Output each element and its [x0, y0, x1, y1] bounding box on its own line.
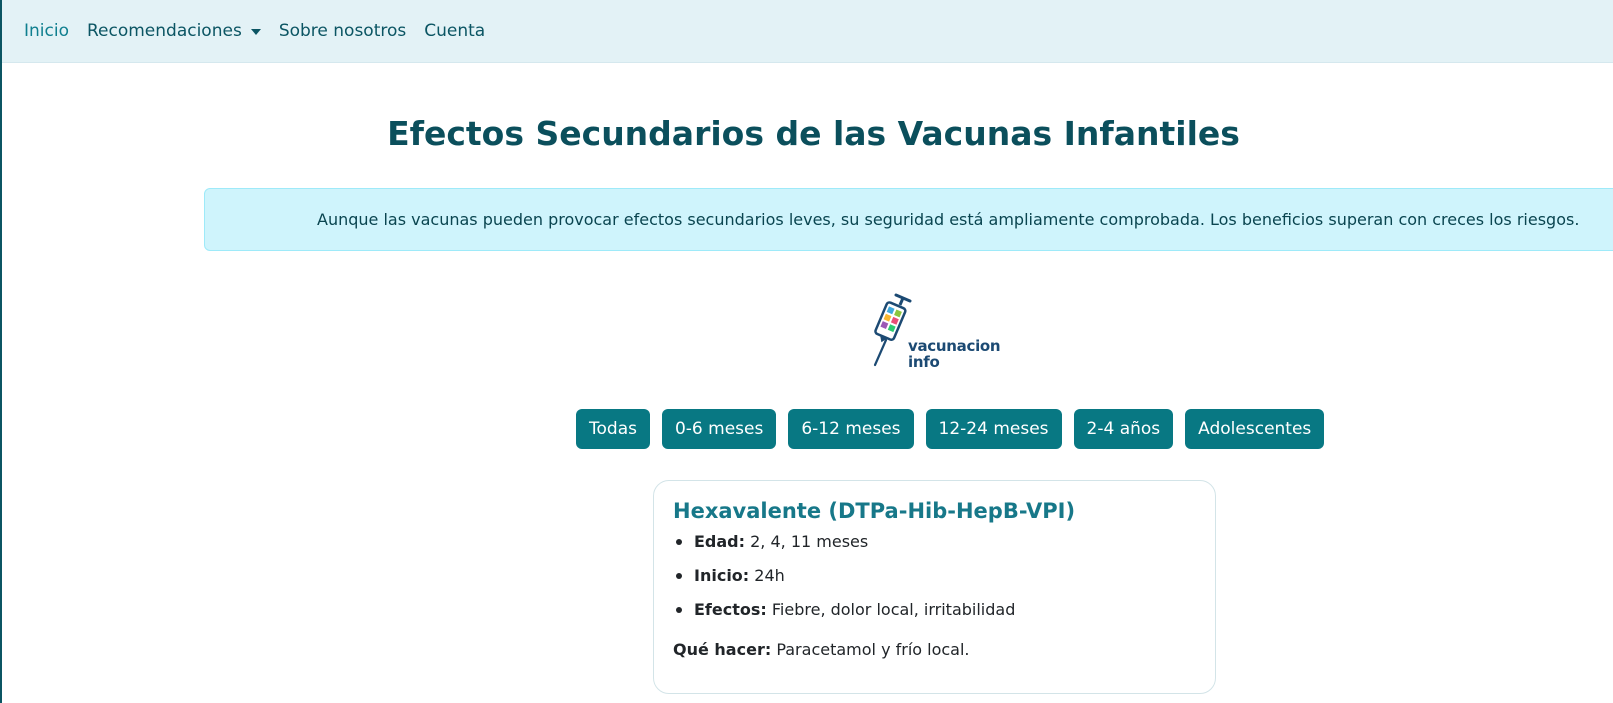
efectos-label: Efectos:	[694, 600, 767, 619]
filter-6-12-meses-button[interactable]: 6-12 meses	[788, 409, 914, 449]
vaccine-card-title: Hexavalente (DTPa-Hib-HepB-VPI)	[673, 499, 1076, 523]
info-alert: Aunque las vacunas pueden provocar efect…	[204, 188, 1613, 251]
efectos-value: Fiebre, dolor local, irritabilidad	[766, 600, 1016, 619]
filter-todas-button[interactable]: Todas	[576, 409, 650, 449]
top-navbar: Inicio Recomendaciones Sobre nosotros Cu…	[2, 0, 1613, 63]
logo-text-line2: info	[908, 353, 940, 371]
chevron-down-icon	[250, 29, 261, 35]
what-to-do-label: Qué hacer:	[673, 640, 772, 659]
edad-value: 2, 4, 11 meses	[745, 532, 869, 551]
filter-2-4-anos-button[interactable]: 2-4 años	[1073, 409, 1174, 449]
logo-text: vacunacion info	[908, 337, 1001, 371]
nav-link-sobre-nosotros[interactable]: Sobre nosotros	[279, 21, 406, 41]
age-filter-group: Todas 0-6 meses 6-12 meses 12-24 meses 2…	[576, 409, 1325, 449]
list-item-edad: Edad: 2, 4, 11 meses	[673, 532, 1196, 552]
inicio-label: Inicio:	[694, 566, 750, 585]
list-item-inicio: Inicio: 24h	[673, 566, 1196, 586]
nav-link-cuenta[interactable]: Cuenta	[424, 21, 485, 41]
nav-link-inicio[interactable]: Inicio	[24, 21, 69, 41]
nav-dropdown-label: Recomendaciones	[86, 21, 242, 41]
what-to-do: Qué hacer: Paracetamol y frío local.	[673, 640, 1196, 659]
vaccine-card: Hexavalente (DTPa-Hib-HepB-VPI) Edad: 2,…	[653, 480, 1216, 694]
filter-adolescentes-button[interactable]: Adolescentes	[1185, 409, 1325, 449]
alert-text: Aunque las vacunas pueden provocar efect…	[317, 210, 1580, 229]
nav-dropdown-recomendaciones[interactable]: Recomendaciones	[87, 21, 261, 41]
filter-12-24-meses-button[interactable]: 12-24 meses	[925, 409, 1062, 449]
logo-text-line1: vacunacion	[908, 337, 1001, 355]
page-title: Efectos Secundarios de las Vacunas Infan…	[387, 114, 1240, 153]
what-to-do-value: Paracetamol y frío local.	[771, 640, 970, 659]
filter-0-6-meses-button[interactable]: 0-6 meses	[661, 409, 777, 449]
vaccine-details-list: Edad: 2, 4, 11 meses Inicio: 24h Efectos…	[673, 532, 1196, 620]
edad-label: Edad:	[694, 532, 746, 551]
inicio-value: 24h	[749, 566, 785, 585]
list-item-efectos: Efectos: Fiebre, dolor local, irritabili…	[673, 600, 1196, 620]
